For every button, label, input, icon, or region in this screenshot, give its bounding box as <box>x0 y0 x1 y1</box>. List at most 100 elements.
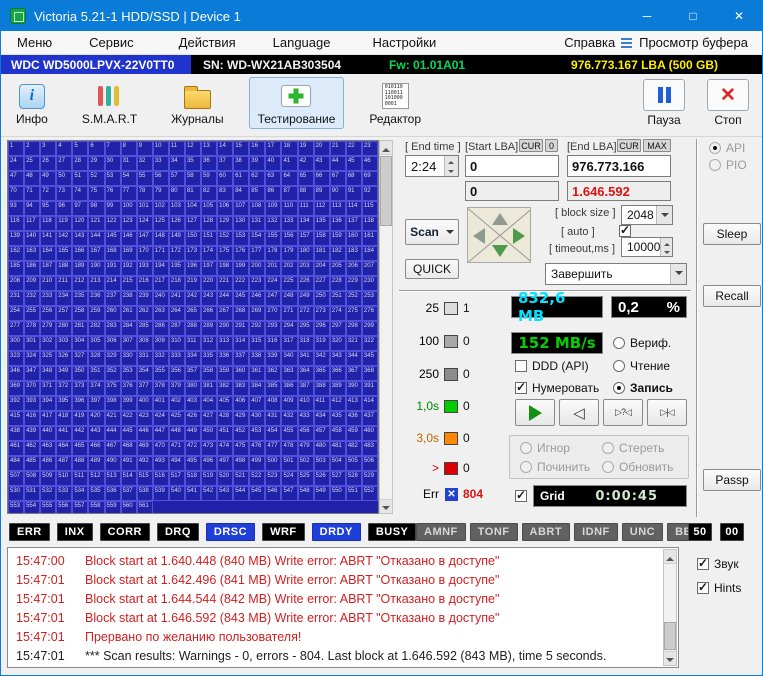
pause-button[interactable]: Пауза <box>643 79 685 127</box>
numerate-checkbox[interactable]: Нумеровать <box>515 381 599 395</box>
scan-block: 376 <box>121 381 137 396</box>
step-back-button[interactable] <box>559 399 599 426</box>
verify-radio[interactable]: Вериф. <box>613 336 671 350</box>
sleep-button[interactable]: Sleep <box>703 223 761 245</box>
scrollbar-thumb[interactable] <box>380 156 392 226</box>
menu-item-2[interactable]: Сервис <box>87 31 136 54</box>
sound-checkbox[interactable]: Звук <box>697 557 739 571</box>
scroll-down-icon[interactable] <box>664 651 676 665</box>
scan-block: 440 <box>40 426 56 441</box>
nav-right-icon[interactable] <box>513 228 525 244</box>
end-time-spinner[interactable]: 2:24 <box>405 155 459 177</box>
seek-end-button[interactable] <box>647 399 687 426</box>
scan-block: 491 <box>121 456 137 471</box>
scroll-up-icon[interactable] <box>664 550 676 564</box>
hints-checkbox[interactable]: Hints <box>697 581 741 595</box>
scan-block: 433 <box>298 411 314 426</box>
nav-left-icon[interactable] <box>473 228 485 244</box>
toolbar-button-info[interactable]: Инфо <box>7 77 57 129</box>
start-lba-zero-chip[interactable]: 0 <box>545 139 558 152</box>
scroll-down-icon[interactable] <box>380 499 392 513</box>
scan-block: 48 <box>24 171 40 186</box>
buffer-view-button[interactable]: Просмотр буфера <box>621 35 748 50</box>
timeout-spinner[interactable]: 10000 <box>621 237 673 257</box>
minimize-button[interactable]: ─ <box>624 1 670 31</box>
surface-map[interactable]: 1234567891011121314151617181920212223242… <box>7 140 379 514</box>
stop-button[interactable]: Стоп <box>707 79 749 127</box>
recall-button[interactable]: Recall <box>703 285 761 307</box>
play-button[interactable] <box>515 399 555 426</box>
menu-item-1[interactable]: Меню <box>15 31 54 54</box>
scan-block: 320 <box>330 336 346 351</box>
scan-block: 152 <box>217 231 233 246</box>
block-size-combo[interactable]: 2048 <box>621 205 673 225</box>
end-lba-max-chip[interactable]: MAX <box>643 139 671 152</box>
chevron-down-icon[interactable] <box>670 264 686 284</box>
pio-label: PIO <box>726 158 747 172</box>
auto-checkbox[interactable] <box>619 224 631 238</box>
passp-button[interactable]: Passp <box>703 469 761 491</box>
radio-dot <box>613 382 625 394</box>
scan-block: 234 <box>56 291 72 306</box>
scan-block: 538 <box>137 486 153 501</box>
read-radio[interactable]: Чтение <box>613 359 670 373</box>
api-radio[interactable]: API <box>709 141 745 155</box>
toolbar: Инфо S.M.A.R.T Журналы Тестирование 010110 1… <box>1 74 762 137</box>
erase-radio[interactable]: Стереть <box>602 441 664 455</box>
scan-block: 432 <box>281 411 297 426</box>
scan-block: 331 <box>137 351 153 366</box>
toolbar-button-journals[interactable]: Журналы <box>162 77 232 129</box>
refresh-radio[interactable]: Обновить <box>602 460 673 474</box>
end-lba-input[interactable]: 976.773.166 <box>567 155 671 177</box>
nav-down-icon[interactable] <box>492 245 508 257</box>
toolbar-button-smart[interactable]: S.M.A.R.T <box>73 77 146 129</box>
toolbar-button-testing[interactable]: Тестирование <box>249 77 345 129</box>
maximize-button[interactable]: □ <box>670 1 716 31</box>
scan-block: 2 <box>24 141 40 156</box>
device-model[interactable]: WDC WD5000LPVX-22V0TT0 <box>1 55 191 74</box>
scan-block: 251 <box>330 291 346 306</box>
scan-block: 297 <box>330 321 346 336</box>
start-lba-input[interactable]: 0 <box>465 155 559 177</box>
start-lba-cur-chip[interactable]: CUR <box>519 139 543 152</box>
hints-label: Hints <box>714 581 741 595</box>
radio-dot <box>602 461 614 473</box>
scan-block: 173 <box>185 246 201 261</box>
write-radio[interactable]: Запись <box>613 381 673 395</box>
pio-radio[interactable]: PIO <box>709 158 747 172</box>
chevron-down-icon[interactable] <box>656 206 672 224</box>
scroll-up-icon[interactable] <box>380 141 392 155</box>
navigation-pad[interactable] <box>467 207 531 263</box>
repair-radio[interactable]: Починить <box>520 460 590 474</box>
nav-up-icon[interactable] <box>492 213 508 225</box>
ddd-api-checkbox[interactable]: DDD (API) <box>515 359 589 373</box>
log-panel[interactable]: 15:47:00Block start at 1.640.448 (840 MB… <box>7 547 679 668</box>
close-button[interactable]: ✕ <box>716 1 762 31</box>
register-value-1: 50 <box>688 523 712 541</box>
scan-block: 25 <box>24 156 40 171</box>
scan-block: 474 <box>217 441 233 456</box>
scan-block: 390 <box>346 381 362 396</box>
scan-block: 279 <box>40 321 56 336</box>
menu-item-6[interactable]: Справка <box>562 31 617 54</box>
menu-item-5[interactable]: Настройки <box>370 31 438 54</box>
log-scrollbar[interactable] <box>663 549 677 666</box>
seek-defect-button[interactable] <box>603 399 643 426</box>
ignore-radio[interactable]: Игнор <box>520 441 570 455</box>
scan-block: 273 <box>314 306 330 321</box>
scan-button[interactable]: Scan <box>405 219 459 245</box>
scan-block: 282 <box>88 321 104 336</box>
scrollbar-thumb[interactable] <box>664 622 676 650</box>
end-lba-cur-chip[interactable]: CUR <box>617 139 641 152</box>
titlebar[interactable]: Victoria 5.21-1 HDD/SSD | Device 1 ─ □ ✕ <box>1 1 762 31</box>
log-timestamp: 15:47:01 <box>16 611 71 625</box>
scan-block: 384 <box>249 381 265 396</box>
surface-map-scrollbar[interactable] <box>379 140 393 514</box>
toolbar-button-editor[interactable]: 010110 110011 101000 0001Редактор <box>360 77 430 129</box>
finish-action-combo[interactable]: Завершить <box>545 263 687 285</box>
grid-checkbox[interactable] <box>515 489 527 503</box>
scan-block: 12 <box>185 141 201 156</box>
menu-item-3[interactable]: Действия <box>177 31 238 54</box>
menu-item-4[interactable]: Language <box>271 31 333 54</box>
quick-button[interactable]: QUICK <box>405 259 459 279</box>
